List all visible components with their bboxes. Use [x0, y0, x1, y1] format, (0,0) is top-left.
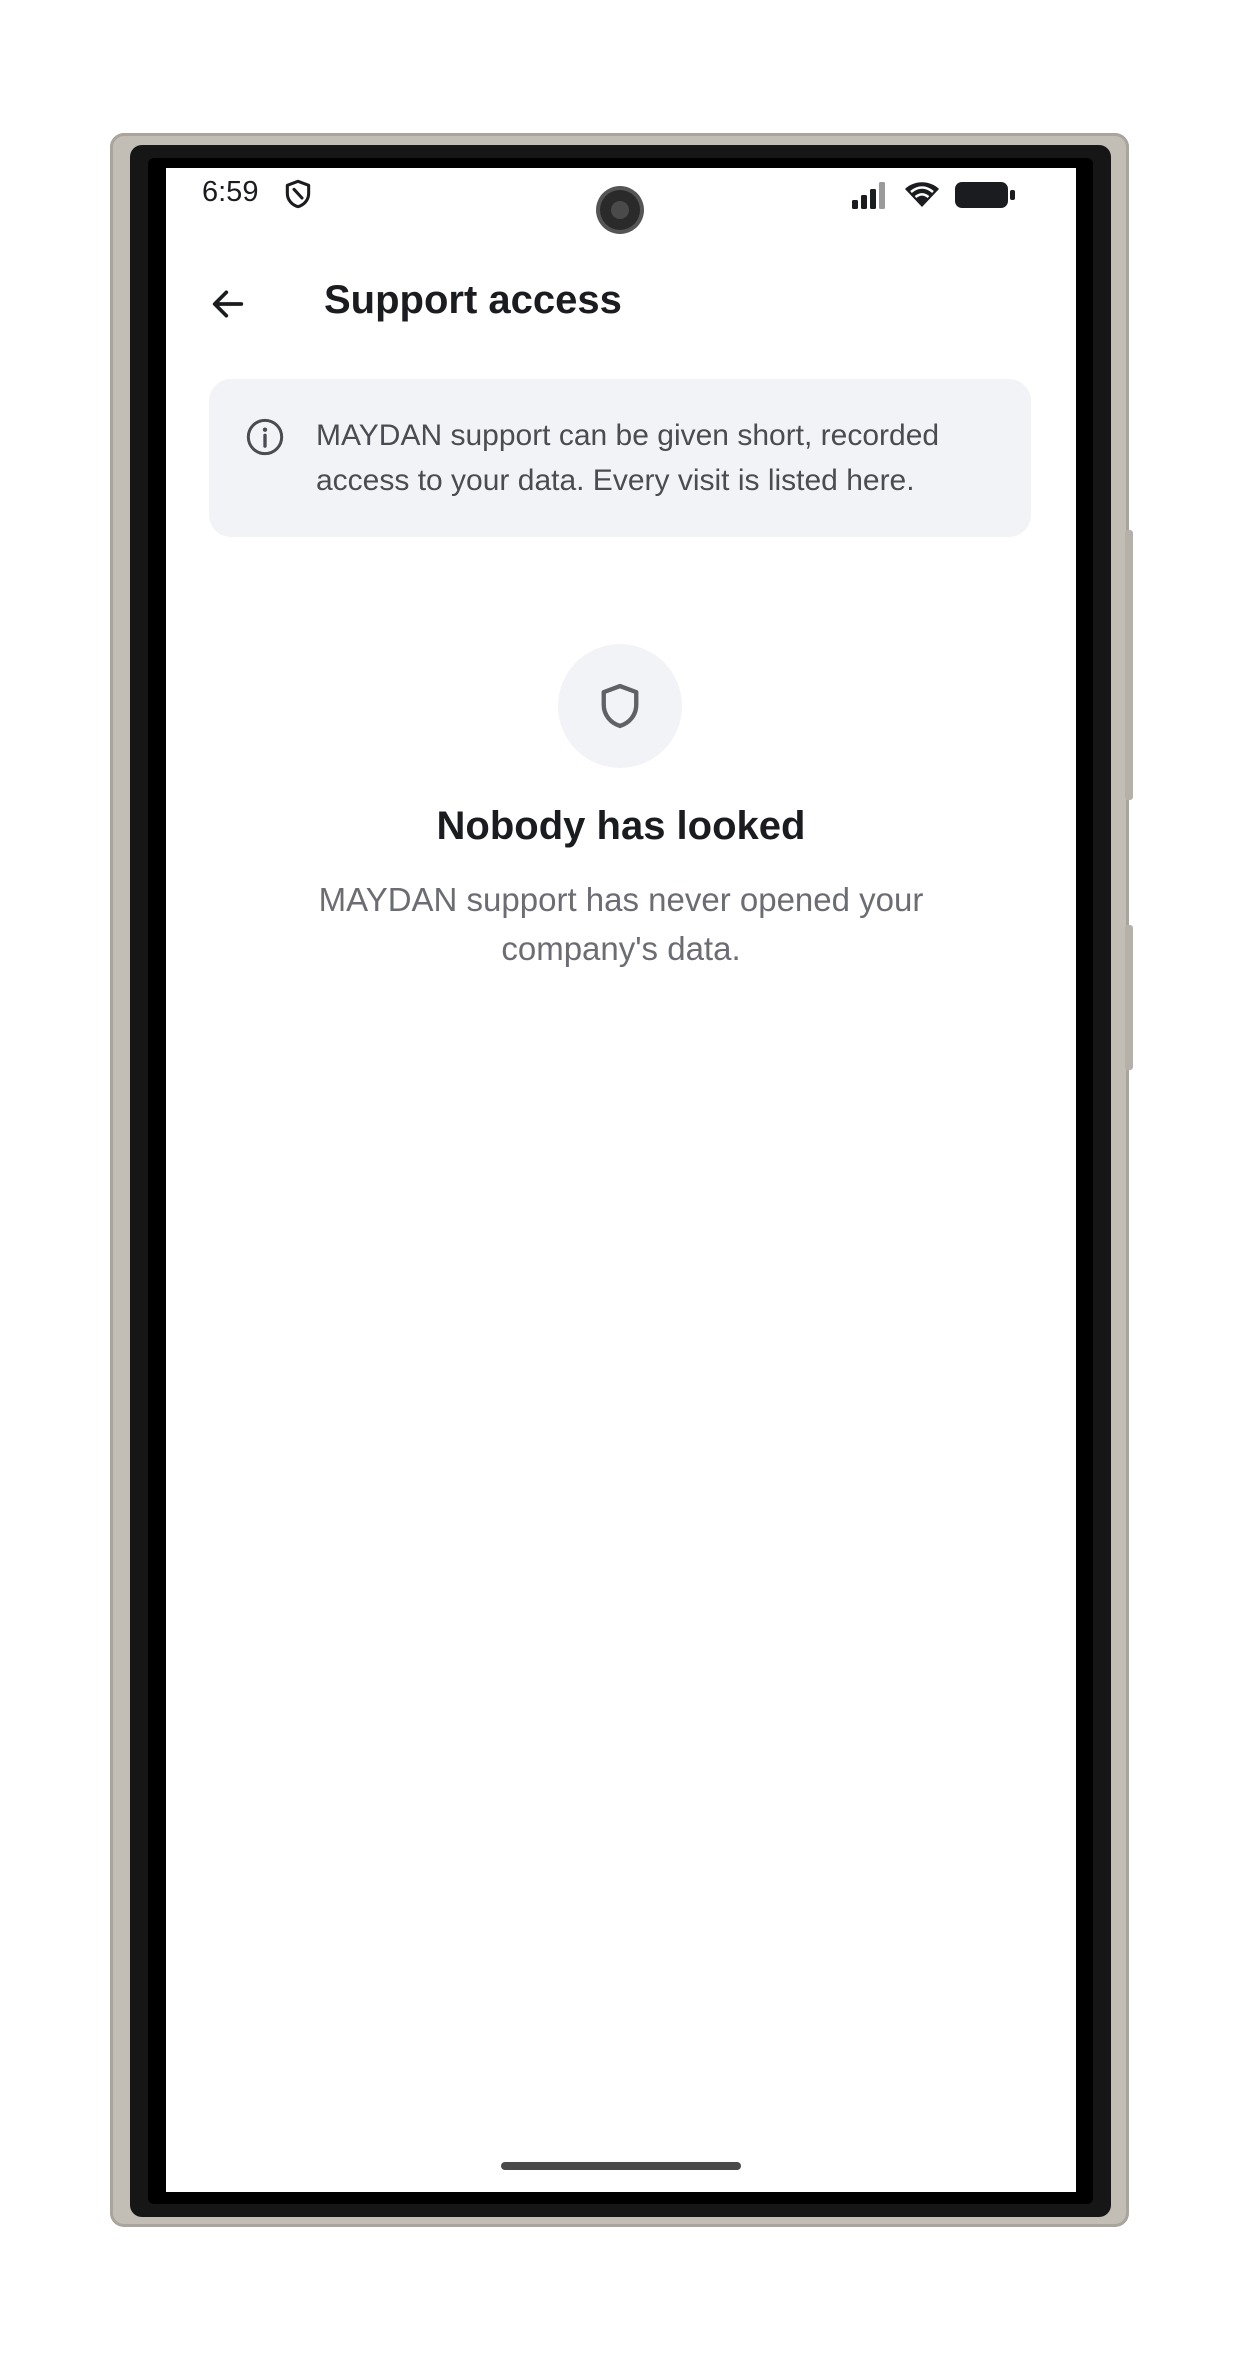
empty-state-body: MAYDAN support has never opened your com…: [318, 881, 924, 967]
shield-icon: [285, 179, 311, 209]
info-text: MAYDAN support can be given short, recor…: [316, 419, 940, 497]
info-icon: [246, 418, 284, 456]
status-bar: 6:59: [166, 168, 1076, 230]
battery-icon: [955, 182, 1015, 208]
arrow-back-icon: [212, 290, 244, 318]
shield-icon: [601, 683, 639, 729]
info-card: MAYDAN support can be given short, recor…: [209, 379, 1031, 537]
front-camera: [600, 190, 640, 230]
page-title: Support access: [324, 278, 622, 322]
status-time: 6:59: [202, 176, 259, 208]
back-button[interactable]: [192, 268, 264, 340]
app-bar: Support access: [166, 248, 1076, 368]
empty-state-title: Nobody has looked: [436, 804, 806, 848]
empty-state-icon-circle: [558, 644, 682, 768]
wifi-icon: [905, 182, 939, 207]
phone-screen: 6:59 Support access MAYDAN support can b…: [166, 168, 1076, 2192]
home-indicator[interactable]: [501, 2162, 741, 2170]
signal-icon: [852, 182, 885, 209]
side-button-power: [1125, 530, 1133, 800]
side-button-volume: [1125, 925, 1133, 1070]
